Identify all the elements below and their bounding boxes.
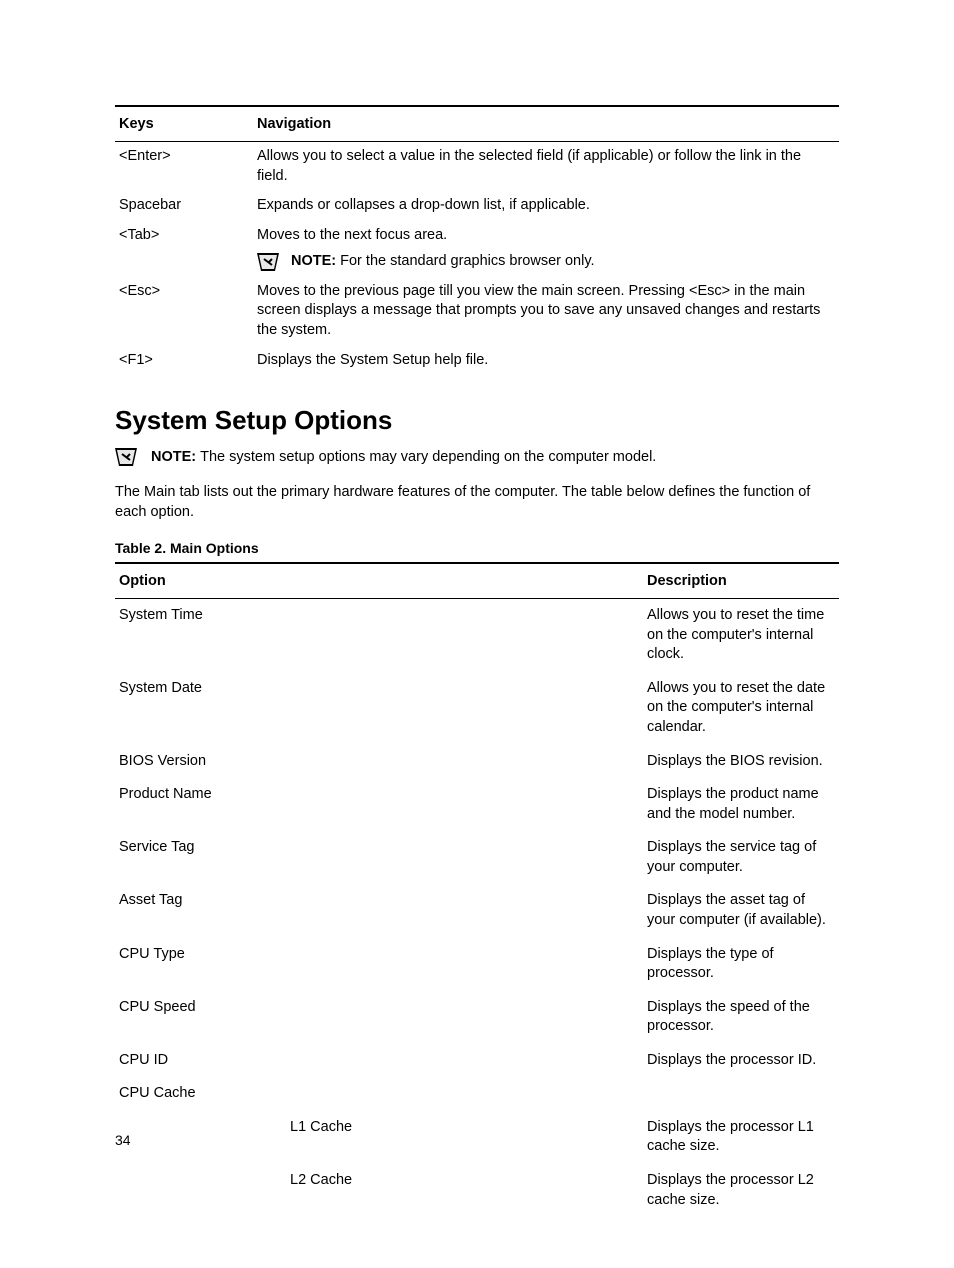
option-cell: Service Tag [115,831,643,884]
key-cell: <Tab> [115,221,253,251]
table-row: System Date Allows you to reset the date… [115,672,839,745]
description-cell: Displays the service tag of your compute… [643,831,839,884]
table-row: <F1> Displays the System Setup help file… [115,346,839,376]
option-cell: BIOS Version [115,745,643,779]
section-note: NOTE: The system setup options may vary … [115,448,839,468]
key-cell: <Enter> [115,142,253,192]
table-row: <Esc> Moves to the previous page till yo… [115,277,839,346]
table-row: CPU ID Displays the processor ID. [115,1044,839,1078]
nav-cell: Expands or collapses a drop-down list, i… [253,191,839,221]
nav-cell: Allows you to select a value in the sele… [253,142,839,192]
table-row: <Tab> Moves to the next focus area. [115,221,839,251]
note-label: NOTE: [151,449,200,465]
key-cell: <Esc> [115,277,253,346]
description-header: Description [643,563,839,599]
note-text: The system setup options may vary depend… [200,449,656,465]
table-row: L1 Cache Displays the processor L1 cache… [115,1111,839,1164]
table-row: Service Tag Displays the service tag of … [115,831,839,884]
option-cell: CPU Cache [115,1077,643,1111]
table-row: Asset Tag Displays the asset tag of your… [115,884,839,937]
tab-note: NOTE: For the standard graphics browser … [257,252,835,272]
table-caption: Table 2. Main Options [115,540,839,556]
option-cell: System Date [115,672,643,745]
table-row: CPU Type Displays the type of processor. [115,938,839,991]
option-cell: CPU ID [115,1044,643,1078]
table-row: NOTE: For the standard graphics browser … [115,250,839,277]
description-cell [643,1077,839,1111]
table-row: BIOS Version Displays the BIOS revision. [115,745,839,779]
description-cell: Allows you to reset the date on the comp… [643,672,839,745]
nav-cell: Displays the System Setup help file. [253,346,839,376]
table-row: <Enter> Allows you to select a value in … [115,142,839,192]
option-cell-sub: L1 Cache [115,1111,643,1164]
table-row: Spacebar Expands or collapses a drop-dow… [115,191,839,221]
note-label: NOTE: [291,253,340,269]
intro-paragraph: The Main tab lists out the primary hardw… [115,482,839,523]
description-cell: Displays the processor L2 cache size. [643,1164,839,1217]
page-number: 34 [115,1132,131,1148]
keys-navigation-table: Keys Navigation <Enter> Allows you to se… [115,105,839,375]
key-cell: Spacebar [115,191,253,221]
option-cell-sub: L2 Cache [115,1164,643,1217]
nav-cell: Moves to the next focus area. [253,221,839,251]
keys-header: Keys [115,106,253,142]
table-row: CPU Cache [115,1077,839,1111]
main-options-table: Option Description System Time Allows yo… [115,562,839,1217]
description-cell: Displays the product name and the model … [643,778,839,831]
table-row: CPU Speed Displays the speed of the proc… [115,991,839,1044]
note-text: For the standard graphics browser only. [340,253,594,269]
section-heading: System Setup Options [115,405,839,436]
description-cell: Displays the processor L1 cache size. [643,1111,839,1164]
description-cell: Displays the BIOS revision. [643,745,839,779]
navigation-header: Navigation [253,106,839,142]
description-cell: Displays the speed of the processor. [643,991,839,1044]
table-row: Product Name Displays the product name a… [115,778,839,831]
option-cell: Product Name [115,778,643,831]
option-cell: Asset Tag [115,884,643,937]
description-cell: Displays the processor ID. [643,1044,839,1078]
option-cell: System Time [115,599,643,672]
option-header: Option [115,563,643,599]
nav-cell: Moves to the previous page till you view… [253,277,839,346]
description-cell: Displays the type of processor. [643,938,839,991]
description-cell: Displays the asset tag of your computer … [643,884,839,937]
key-cell: <F1> [115,346,253,376]
table-row: L2 Cache Displays the processor L2 cache… [115,1164,839,1217]
description-cell: Allows you to reset the time on the comp… [643,599,839,672]
note-icon [257,253,279,271]
option-cell: CPU Speed [115,991,643,1044]
table-row: System Time Allows you to reset the time… [115,599,839,672]
page: Keys Navigation <Enter> Allows you to se… [0,0,954,1268]
option-cell: CPU Type [115,938,643,991]
note-icon [115,448,137,466]
